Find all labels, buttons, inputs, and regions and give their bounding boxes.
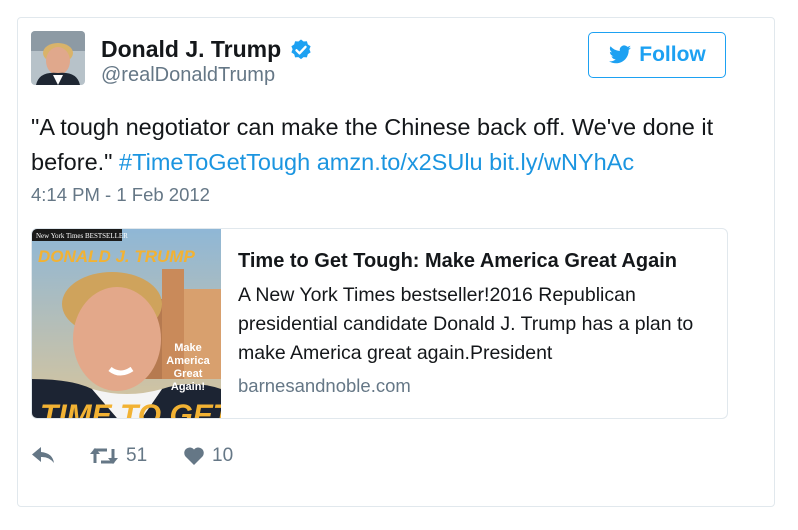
amazon-link[interactable]: amzn.to/x2SUlu (317, 149, 483, 175)
cover-banner: New York Times BESTSELLER (36, 232, 128, 240)
reply-button[interactable] (31, 446, 89, 466)
cover-title: TIME TO GET (40, 399, 221, 418)
hashtag-link[interactable]: #TimeToGetTough (119, 149, 310, 175)
card-description: A New York Times bestseller!2016 Republi… (238, 284, 694, 364)
like-count: 10 (212, 445, 234, 466)
display-name-row[interactable]: Donald J. Trump (101, 36, 313, 63)
tweet-actions: 51 10 (31, 444, 233, 468)
verified-icon (289, 38, 313, 62)
heart-icon (184, 447, 204, 465)
tweet-timestamp[interactable]: 4:14 PM - 1 Feb 2012 (31, 184, 210, 206)
cover-subtitle-4: Again! (171, 381, 205, 393)
follow-button[interactable]: Follow (588, 32, 726, 78)
twitter-bird-icon (609, 45, 632, 64)
link-preview-card[interactable]: New York Times BESTSELLER DONALD J. TRUM… (31, 228, 728, 419)
display-name[interactable]: Donald J. Trump (101, 36, 281, 63)
card-domain: barnesandnoble.com (238, 375, 411, 396)
card-title[interactable]: Time to Get Tough: Make America Great Ag… (238, 250, 677, 273)
retweet-count: 51 (126, 445, 148, 466)
user-handle[interactable]: @realDonaldTrump (101, 64, 275, 87)
reply-icon (32, 447, 54, 463)
tweet-text: "A tough negotiator can make the Chinese… (31, 110, 731, 180)
cover-subtitle-2: America (166, 355, 210, 367)
avatar[interactable] (31, 31, 85, 85)
book-cover-image: New York Times BESTSELLER DONALD J. TRUM… (32, 229, 221, 418)
cover-subtitle-1: Make (174, 342, 202, 354)
retweet-icon (90, 448, 118, 464)
follow-label: Follow (639, 43, 706, 66)
retweet-button[interactable]: 51 (89, 445, 183, 467)
like-button[interactable]: 10 (183, 445, 233, 467)
bitly-link[interactable]: bit.ly/wNYhAc (489, 149, 634, 175)
cover-author: DONALD J. TRUMP (38, 247, 195, 266)
cover-subtitle-3: Great (174, 368, 203, 380)
